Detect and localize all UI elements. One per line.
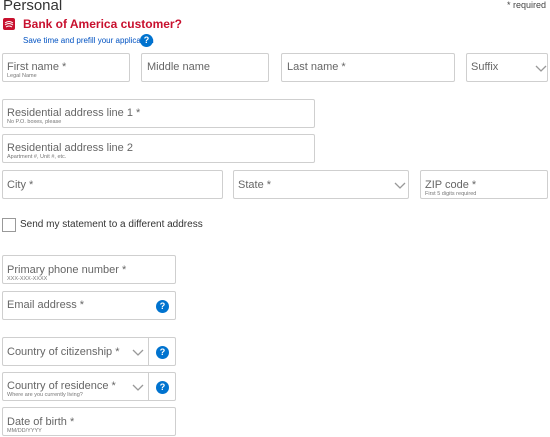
first-name-label: First name *: [7, 61, 67, 73]
help-icon[interactable]: ?: [140, 34, 153, 47]
suffix-label: Suffix: [471, 61, 499, 73]
zip-code-field[interactable]: ZIP code * First 5 digits required: [420, 170, 548, 199]
chevron-down-icon: [394, 182, 406, 189]
residence-select[interactable]: Country of residence * Where are you cur…: [2, 372, 176, 401]
middle-name-label: Middle name: [147, 61, 210, 73]
address-line-1-field[interactable]: Residential address line 1 * No P.O. box…: [2, 99, 315, 128]
field-divider: [148, 373, 149, 400]
city-label: City *: [7, 179, 34, 191]
citizenship-label: Country of citizenship *: [7, 346, 120, 358]
help-icon[interactable]: ?: [156, 300, 169, 313]
address-line-1-label: Residential address line 1 *: [7, 107, 141, 119]
help-icon[interactable]: ?: [156, 346, 169, 359]
city-field[interactable]: City *: [2, 170, 223, 199]
customer-question: Bank of America customer?: [23, 17, 182, 31]
residence-hint: Where are you currently living?: [7, 392, 83, 398]
email-field[interactable]: Email address * ?: [2, 291, 176, 320]
different-address-checkbox[interactable]: [2, 218, 16, 232]
suffix-select[interactable]: Suffix: [466, 53, 548, 82]
address-line-2-label: Residential address line 2: [7, 142, 133, 154]
last-name-field[interactable]: Last name *: [281, 53, 455, 82]
citizenship-select[interactable]: Country of citizenship * ?: [2, 337, 176, 366]
address-line-1-hint: No P.O. boxes, please: [7, 119, 62, 125]
address-line-2-hint: Apartment #, Unit #, etc.: [7, 154, 67, 160]
phone-field[interactable]: Primary phone number * XXX-XXX-XXXX: [2, 255, 176, 284]
help-icon[interactable]: ?: [156, 381, 169, 394]
date-of-birth-field[interactable]: Date of birth * MM/DD/YYYY: [2, 407, 176, 436]
field-divider: [148, 338, 149, 365]
state-select[interactable]: State *: [233, 170, 409, 199]
chevron-down-icon: [535, 65, 547, 72]
section-title: Personal: [3, 0, 63, 14]
phone-hint: XXX-XXX-XXXX: [7, 276, 48, 282]
last-name-label: Last name *: [287, 61, 346, 73]
bank-logo-icon: [3, 18, 15, 30]
chevron-down-icon: [132, 349, 144, 356]
middle-name-field[interactable]: Middle name: [141, 53, 269, 82]
zip-code-hint: First 5 digits required: [425, 191, 477, 197]
first-name-field[interactable]: First name * Legal Name: [2, 53, 130, 82]
date-of-birth-hint: MM/DD/YYYY: [7, 428, 42, 434]
state-label: State *: [238, 179, 272, 191]
email-label: Email address *: [7, 299, 85, 311]
date-of-birth-label: Date of birth *: [7, 416, 75, 428]
address-line-2-field[interactable]: Residential address line 2 Apartment #, …: [2, 134, 315, 163]
first-name-hint: Legal Name: [7, 73, 37, 79]
prefill-link[interactable]: Save time and prefill your application: [23, 36, 154, 45]
zip-code-label: ZIP code *: [425, 179, 477, 191]
residence-label: Country of residence *: [7, 380, 116, 392]
different-address-label: Send my statement to a different address: [20, 219, 203, 230]
required-note: * required: [506, 0, 546, 10]
phone-label: Primary phone number *: [7, 264, 127, 276]
chevron-down-icon: [132, 384, 144, 391]
